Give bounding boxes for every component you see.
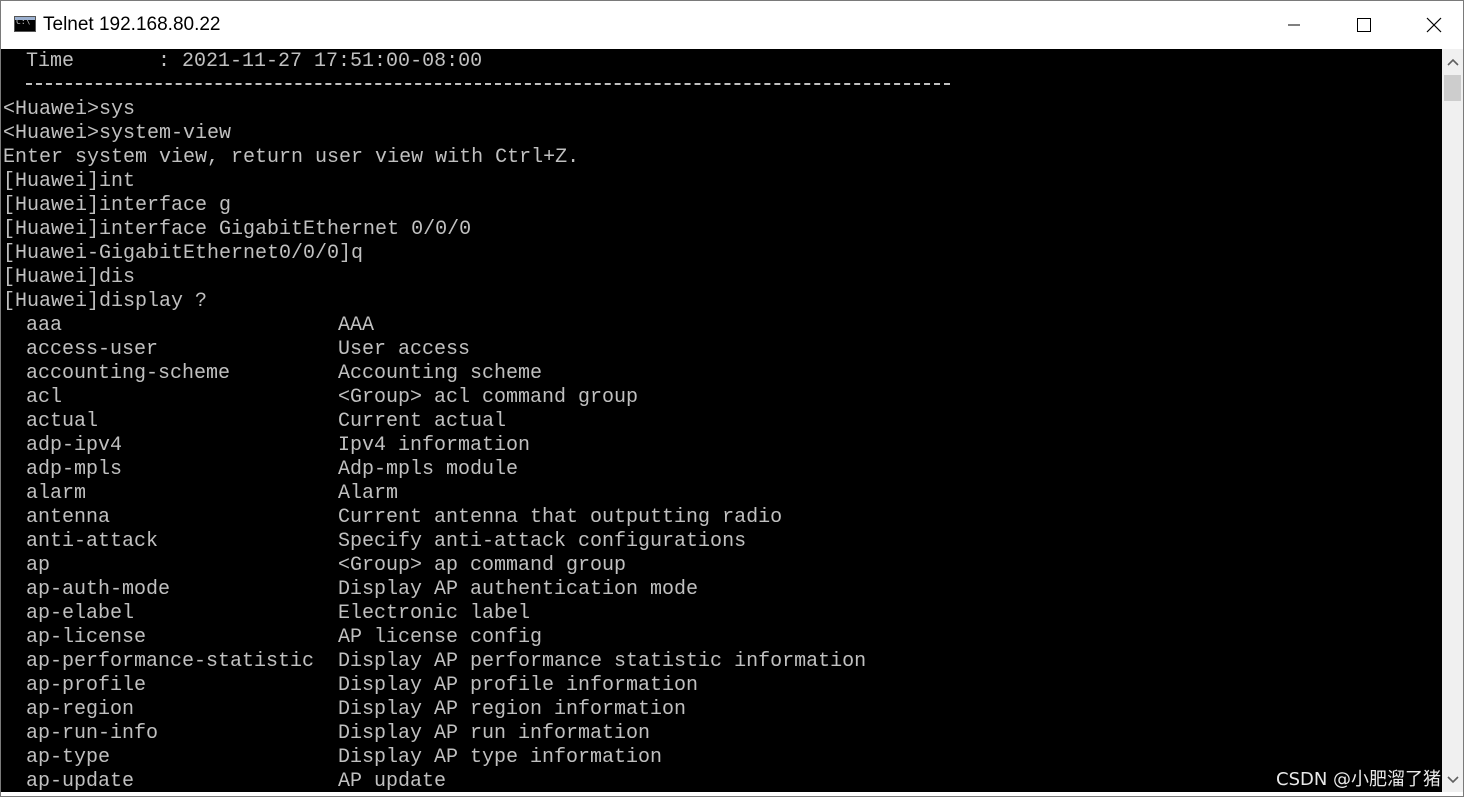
scroll-down-button[interactable]	[1442, 769, 1463, 791]
maximize-button[interactable]	[1329, 1, 1399, 49]
chevron-down-icon	[1446, 776, 1459, 784]
console-app-icon[interactable]	[14, 16, 36, 32]
help-description: Display AP run information	[338, 722, 651, 745]
help-description: Current antenna that outputting radio	[338, 506, 783, 529]
help-command: ap	[26, 554, 51, 577]
minimize-button[interactable]	[1259, 1, 1329, 49]
help-command: adp-mpls	[26, 458, 123, 481]
maximize-icon	[1357, 18, 1371, 32]
help-command: ap-type	[26, 746, 111, 769]
help-command: antenna	[26, 506, 111, 529]
help-command: adp-ipv4	[26, 434, 123, 457]
help-description: Adp-mpls module	[338, 458, 519, 481]
help-command: ap-license	[26, 626, 147, 649]
close-icon	[1426, 17, 1442, 33]
vertical-scrollbar[interactable]	[1442, 49, 1463, 792]
watermark: CSDN @小肥溜了猪	[1276, 769, 1442, 790]
scroll-up-button[interactable]	[1442, 51, 1463, 73]
title-bar[interactable]: Telnet 192.168.80.22	[1, 1, 1463, 49]
terminal-line: [Huawei]interface g	[3, 194, 232, 217]
help-description: Display AP region information	[338, 698, 687, 721]
window-title: Telnet 192.168.80.22	[43, 14, 221, 35]
help-command: actual	[26, 410, 99, 433]
terminal-line: [Huawei]int	[3, 170, 136, 193]
terminal-output[interactable]: Time : 2021-11-27 17:51:00-08:00 <Huawei…	[1, 49, 1442, 792]
help-description: Display AP profile information	[338, 674, 699, 697]
help-description: Accounting scheme	[338, 362, 543, 385]
help-command: ap-region	[26, 698, 135, 721]
chevron-up-icon	[1446, 58, 1459, 66]
close-button[interactable]	[1399, 1, 1464, 49]
help-command: accounting-scheme	[26, 362, 231, 385]
help-description: AAA	[338, 314, 375, 337]
help-description: Display AP type information	[338, 746, 663, 769]
help-command: ap-performance-statistic	[26, 650, 315, 673]
help-description: <Group> ap command group	[338, 554, 627, 577]
separator-line	[26, 83, 950, 85]
terminal-line: Enter system view, return user view with…	[3, 146, 580, 169]
help-description: Electronic label	[338, 602, 531, 625]
help-description: Specify anti-attack configurations	[338, 530, 747, 553]
help-description: Current actual	[338, 410, 507, 433]
help-command: ap-update	[26, 770, 135, 792]
terminal-line: [Huawei-GigabitEthernet0/0/0]q	[3, 242, 364, 265]
help-command: alarm	[26, 482, 87, 505]
minimize-icon	[1288, 24, 1300, 26]
help-command: acl	[26, 386, 63, 409]
terminal-line: [Huawei]display ?	[3, 290, 208, 313]
help-description: Alarm	[338, 482, 399, 505]
telnet-window: Telnet 192.168.80.22 Time : 2021-11-27 1…	[0, 0, 1464, 797]
help-command: aaa	[26, 314, 63, 337]
help-description: AP update	[338, 770, 447, 792]
time-line: Time : 2021-11-27 17:51:00-08:00	[26, 50, 483, 73]
help-command: ap-auth-mode	[26, 578, 171, 601]
help-description: AP license config	[338, 626, 543, 649]
help-description: Display AP performance statistic informa…	[338, 650, 867, 673]
terminal-line: <Huawei>system-view	[3, 122, 232, 145]
terminal-line: [Huawei]interface GigabitEthernet 0/0/0	[3, 218, 472, 241]
help-command: anti-attack	[26, 530, 159, 553]
help-description: Display AP authentication mode	[338, 578, 699, 601]
scroll-thumb[interactable]	[1444, 75, 1461, 101]
help-command: ap-elabel	[26, 602, 135, 625]
help-description: User access	[338, 338, 471, 361]
help-description: Ipv4 information	[338, 434, 531, 457]
help-command: ap-profile	[26, 674, 147, 697]
help-description: <Group> acl command group	[338, 386, 639, 409]
terminal-line: <Huawei>sys	[3, 98, 136, 121]
terminal-line: [Huawei]dis	[3, 266, 136, 289]
help-command: access-user	[26, 338, 159, 361]
help-command: ap-run-info	[26, 722, 159, 745]
